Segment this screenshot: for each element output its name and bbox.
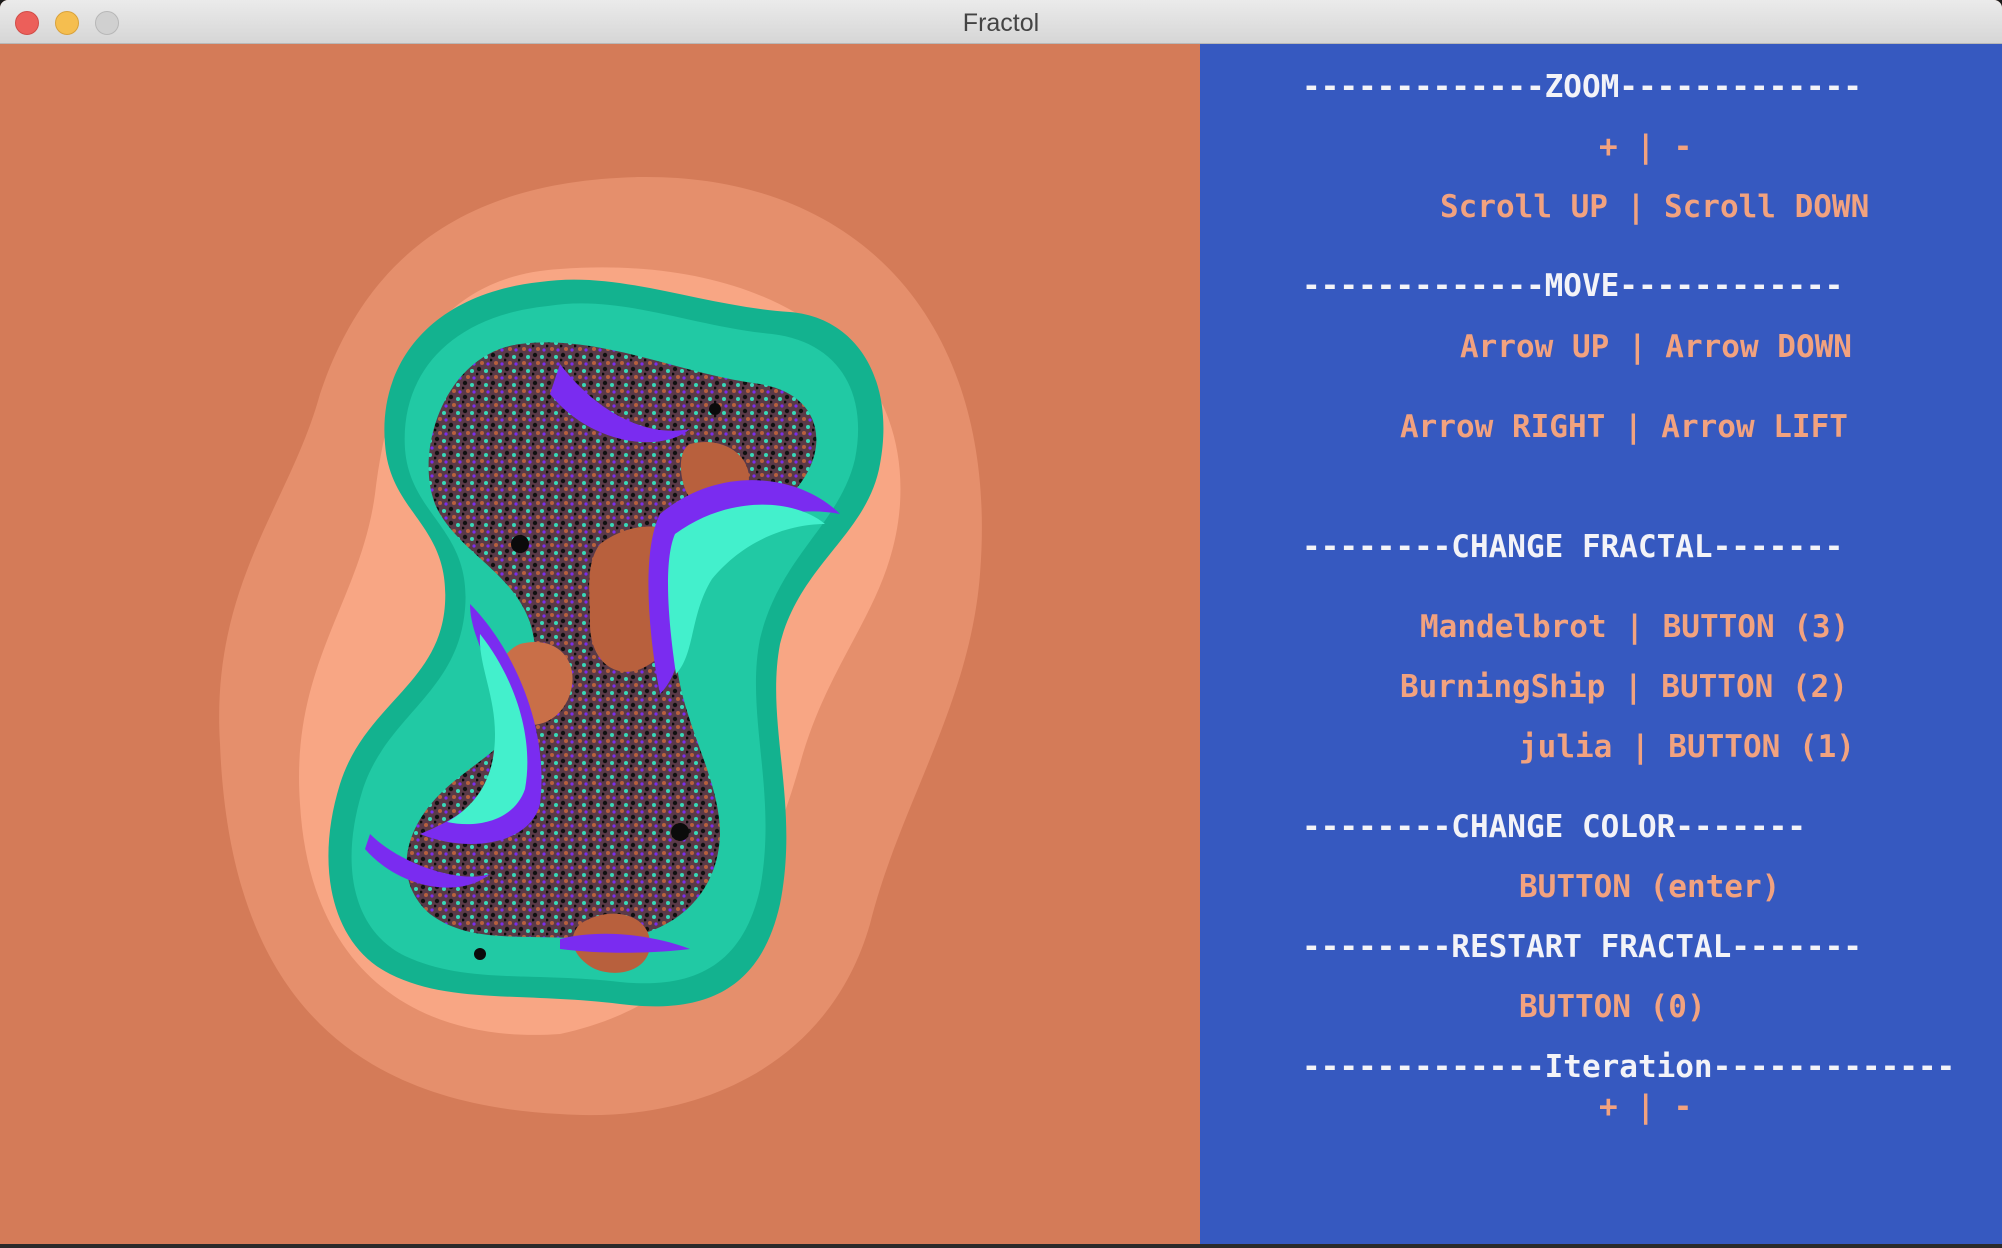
iteration-header: -------------Iteration------------- [1302, 1049, 1956, 1085]
title-bar[interactable]: Fractol [0, 0, 2002, 44]
change-fractal-header: --------CHANGE FRACTAL------- [1302, 529, 1844, 565]
change-color-key-text: BUTTON (enter) [1519, 869, 1781, 905]
restart-key-text: BUTTON (0) [1519, 989, 1706, 1025]
restart-fractal-header: --------RESTART FRACTAL------- [1302, 929, 1862, 965]
fractal-canvas[interactable] [0, 44, 1200, 1244]
julia-fractal-image [219, 176, 982, 1116]
burningship-key-text: BurningShip | BUTTON (2) [1400, 669, 1848, 705]
window-title: Fractol [962, 9, 1040, 37]
zoom-keys: + | - [1599, 129, 1693, 165]
zoom-header: -------------ZOOM------------- [1302, 69, 1862, 105]
change-color-header: --------CHANGE COLOR------- [1302, 809, 1806, 845]
window-bottom-edge [0, 1244, 2002, 1248]
move-up-down-text: Arrow UP | Arrow DOWN [1460, 329, 1852, 365]
move-header: -------------MOVE------------ [1302, 268, 1844, 304]
iteration-keys: + | - [1599, 1089, 1693, 1125]
zoom-scroll-text: Scroll UP | Scroll DOWN [1440, 189, 1870, 225]
move-right-left-text: Arrow RIGHT | Arrow LIFT [1400, 409, 1848, 445]
mandelbrot-key-text: Mandelbrot | BUTTON (3) [1420, 609, 1850, 645]
controls-help-panel: -------------ZOOM------------- + | - Scr… [1200, 44, 2002, 1244]
fractol-window: Fractol -------------ZOOM------------- +… [0, 0, 2002, 1244]
julia-key-text: julia | BUTTON (1) [1519, 729, 1855, 765]
